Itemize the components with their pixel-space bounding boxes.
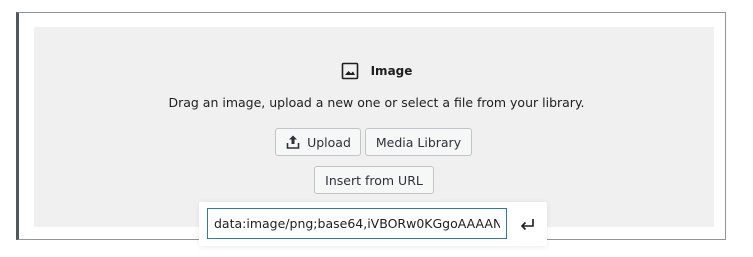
placeholder-instructions: Drag an image, upload a new one or selec… — [168, 95, 585, 110]
upload-icon — [286, 135, 300, 149]
enter-icon — [520, 219, 534, 231]
placeholder-title-label: Image — [370, 64, 413, 78]
image-placeholder — [34, 27, 714, 227]
upload-button-label: Upload — [307, 134, 351, 150]
media-library-button-label: Media Library — [375, 134, 462, 150]
url-popover — [199, 202, 547, 246]
insert-from-url-button[interactable]: Insert from URL — [314, 166, 434, 194]
placeholder-title: Image — [0, 61, 753, 81]
url-input[interactable] — [207, 208, 507, 239]
apply-url-button[interactable] — [513, 210, 541, 238]
insert-from-url-button-label: Insert from URL — [325, 172, 423, 188]
media-library-button[interactable]: Media Library — [365, 128, 472, 156]
image-icon — [341, 62, 358, 80]
upload-button[interactable]: Upload — [275, 128, 361, 156]
